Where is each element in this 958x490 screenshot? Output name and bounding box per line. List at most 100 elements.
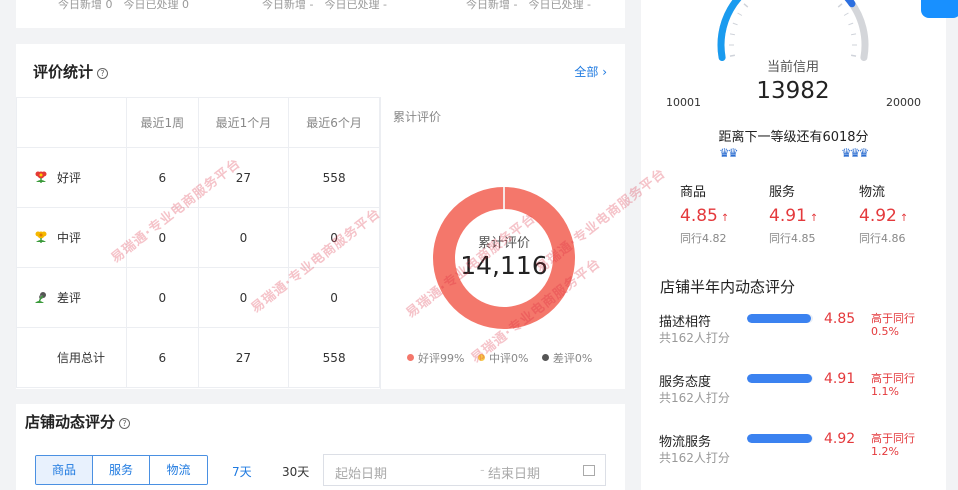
all-reviews-label: 全部 (574, 65, 599, 79)
gauge-tick (850, 54, 857, 57)
rating-score: 4.92 (824, 431, 856, 447)
column-header: 最近1个月 (197, 97, 290, 148)
donut-center-label: 累计评价 (477, 236, 530, 251)
crown-icon: ♛♛♛ (841, 146, 869, 160)
gauge-tick (729, 33, 735, 36)
gauge-track (717, 0, 869, 62)
score-value: 4.91 (769, 206, 807, 226)
rating-name: 服务态度 (659, 375, 712, 390)
rating-name: 物流服务 (659, 435, 712, 450)
red-flower-icon (35, 171, 47, 183)
start-date-field[interactable]: 起始日期 (335, 463, 387, 482)
peer-score: 同行4.82 (680, 232, 727, 245)
rating-name: 描述相符 (659, 315, 712, 330)
rating-compare-pct: 1.1% (871, 385, 899, 398)
gauge-tick (837, 3, 843, 8)
gauge-max-label: 20000 (886, 96, 921, 109)
gauge-tick (732, 22, 738, 26)
score-goods: 商品 4.85 ↑ 同行4.82 (680, 181, 760, 246)
table-cell: 0 (288, 267, 380, 328)
store-rating-card: 店铺动态评分? 商品 服务 物流 7天 30天 起始日期 - 结束日期 (16, 404, 625, 490)
tab-service[interactable]: 服务 (93, 456, 150, 484)
rating-bar (747, 314, 813, 323)
cumulative-review-panel: 累计评价 累计评价 14,116 好评99% 中评0% 差评0% (380, 97, 625, 389)
rating-row: 服务态度 共162人打分 4.91 高于同行 1.1% (659, 371, 929, 411)
store-rating-title-text: 店铺动态评分 (25, 413, 116, 431)
rating-compare-pct: 1.2% (871, 445, 899, 458)
table-cell: 27 (197, 147, 290, 208)
table-cell: 6 (126, 327, 199, 388)
rating-bar (747, 374, 813, 383)
table-cell: 0 (288, 207, 380, 268)
arrow-up-icon: ↑ (899, 213, 909, 224)
tab-logistics[interactable]: 物流 (150, 456, 207, 484)
rating-compare: 高于同行 (871, 372, 915, 385)
cumulative-review-title: 累计评价 (393, 110, 442, 124)
rating-row: 物流服务 共162人打分 4.92 高于同行 1.2% (659, 431, 929, 471)
stats-strip: 今日新增 0 今日已处理 0 今日新增 - 今日已处理 - 今日新增 - 今日已… (16, 0, 625, 28)
half-year-rating-title: 店铺半年内动态评分 (660, 278, 796, 296)
stats-cell: 今日新增 - 今日已处理 - (466, 0, 591, 11)
score-value: 4.85 (680, 206, 718, 226)
current-credit-label: 当前信用 (766, 60, 819, 75)
row-label: 中评 (16, 207, 127, 268)
rating-score: 4.91 (824, 371, 856, 387)
table-row: 差评 0 0 0 (16, 267, 380, 328)
peer-score: 同行4.86 (859, 232, 906, 245)
score-name: 物流 (859, 185, 886, 200)
floating-action-button[interactable] (921, 0, 958, 18)
table-header-row: 最近1周 最近1个月 最近6个月 (16, 97, 380, 148)
donut-legend: 好评99% 中评0% 差评0% (407, 350, 602, 366)
chevron-right-icon: › (602, 65, 607, 79)
table-row: 中评 0 0 0 (16, 207, 380, 268)
table-cell: 0 (197, 207, 290, 268)
legend-dot (407, 354, 414, 361)
row-label-text: 好评 (57, 171, 82, 185)
legend-item: 差评0% (541, 352, 593, 365)
gauge-progress (717, 0, 742, 62)
range-30-days-button[interactable]: 30天 (282, 463, 309, 480)
rating-bar (747, 434, 813, 443)
date-range-picker[interactable]: 起始日期 - 结束日期 (323, 454, 606, 486)
table-cell: 0 (197, 267, 290, 328)
gauge-tick (848, 22, 854, 26)
column-header: 最近1周 (126, 97, 199, 148)
legend-dot (477, 354, 485, 361)
all-reviews-link[interactable]: 全部 › (574, 63, 607, 80)
arrow-up-icon: ↑ (809, 213, 819, 224)
score-name: 商品 (680, 185, 707, 200)
review-stats-title-text: 评价统计 (33, 63, 94, 81)
table-row: 好评 6 27 558 (16, 147, 380, 208)
legend-label: 差评0% (552, 352, 593, 365)
table-cell: 558 (288, 327, 380, 388)
score-value-row: 4.91 ↑ (769, 206, 849, 226)
rating-compare: 高于同行 (871, 312, 915, 325)
current-credit-value: 13982 (756, 78, 830, 104)
date-separator: - (480, 463, 485, 478)
table-corner (16, 97, 127, 148)
rating-count: 共162人打分 (659, 451, 730, 465)
gauge-tick (737, 12, 743, 16)
end-date-field[interactable]: 结束日期 (488, 463, 540, 482)
rating-type-tabs: 商品 服务 物流 (35, 455, 208, 485)
stats-cell: 今日新增 - 今日已处理 - (262, 0, 387, 11)
legend-item: 好评99% (407, 352, 464, 365)
range-7-days-button[interactable]: 7天 (232, 463, 252, 480)
gauge-tick (843, 12, 849, 16)
review-stats-title: 评价统计? (33, 61, 109, 82)
help-icon[interactable]: ? (97, 68, 109, 79)
review-stats-card: 评价统计? 全部 › 最近1周 最近1个月 最近6个月 好评 6 27 558 … (16, 44, 625, 389)
arrow-up-icon: ↑ (720, 213, 730, 224)
row-label-text: 差评 (57, 291, 82, 305)
score-value: 4.92 (859, 206, 897, 226)
next-level-text: 距离下一等级还有6018分 (718, 130, 869, 145)
gauge-progress-tail (844, 0, 856, 8)
yellow-flower-icon (35, 231, 47, 243)
rating-bar-fill (747, 434, 812, 443)
gauge-tick (743, 3, 749, 8)
tab-goods[interactable]: 商品 (36, 456, 93, 484)
table-cell: 558 (288, 147, 380, 208)
help-icon[interactable]: ? (119, 418, 131, 429)
rating-compare: 高于同行 (871, 432, 915, 445)
score-logistics: 物流 4.92 ↑ 同行4.86 (859, 181, 939, 246)
